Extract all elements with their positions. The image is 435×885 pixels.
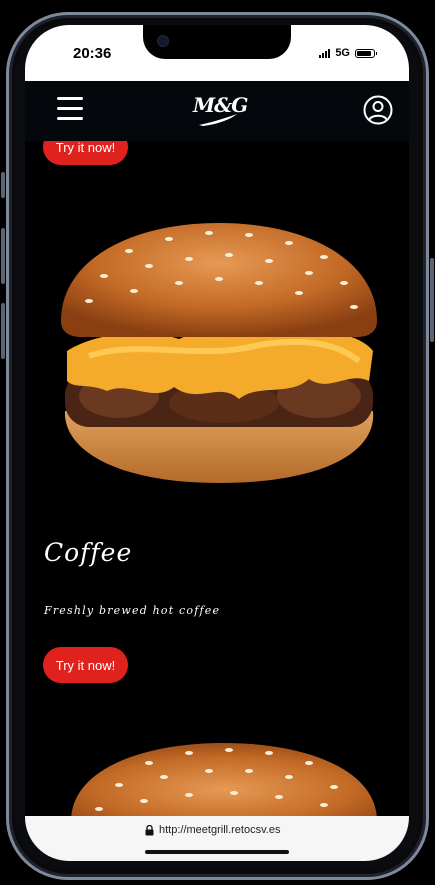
burger-image xyxy=(61,223,377,483)
status-icons: 5G xyxy=(319,47,377,59)
phone-screen: 20:36 5G M&G Try it now! Coffee Freshly … xyxy=(25,25,409,861)
battery-fill xyxy=(357,50,372,56)
try-it-now-button[interactable]: Try it now! xyxy=(43,141,128,165)
status-time: 20:36 xyxy=(73,45,112,62)
url-display[interactable]: http://meetgrill.retocsv.es xyxy=(145,824,280,836)
notch xyxy=(143,25,291,59)
status-bar: 20:36 5G xyxy=(25,25,409,81)
browser-address-bar[interactable]: http://meetgrill.retocsv.es xyxy=(25,816,409,861)
network-label: 5G xyxy=(335,47,350,59)
top-navbar: M&G xyxy=(25,81,409,141)
logo-knife-icon xyxy=(199,114,237,126)
url-text: http://meetgrill.retocsv.es xyxy=(159,824,281,836)
signal-icon xyxy=(319,48,331,58)
product-feed[interactable]: Try it now! Coffee Freshly brewed hot co… xyxy=(25,141,409,816)
side-button-volume-down xyxy=(1,303,5,359)
camera-icon xyxy=(157,35,169,47)
brand-logo[interactable]: M&G xyxy=(193,91,248,131)
try-it-now-button[interactable]: Try it now! xyxy=(43,647,128,683)
burger-image xyxy=(71,743,377,816)
side-button-volume-up xyxy=(1,228,5,284)
side-button-power xyxy=(430,258,434,342)
side-button-silent xyxy=(1,172,5,198)
user-account-icon[interactable] xyxy=(363,95,393,125)
home-indicator[interactable] xyxy=(145,850,289,854)
lock-icon xyxy=(145,824,154,835)
battery-icon xyxy=(355,48,377,58)
product-description: Freshly brewed hot coffee xyxy=(44,604,221,617)
product-title: Coffee xyxy=(44,538,133,567)
hamburger-menu-icon[interactable] xyxy=(57,97,83,121)
